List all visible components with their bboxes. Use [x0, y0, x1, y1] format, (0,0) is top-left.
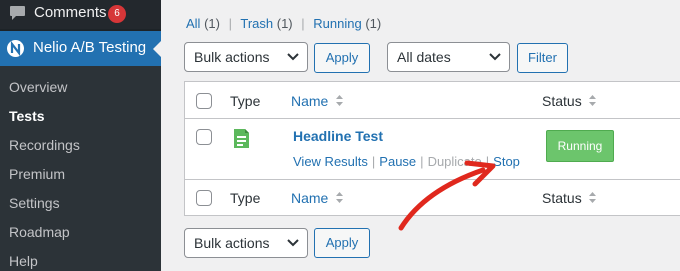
submenu-help[interactable]: Help [9, 253, 38, 269]
headline-test-icon [234, 129, 249, 148]
submenu-overview[interactable]: Overview [9, 79, 67, 95]
view-running-count: (1) [365, 16, 382, 31]
nelio-logo-icon [7, 40, 24, 57]
view-trash-count: (1) [276, 16, 293, 31]
bulk-actions-select-top[interactable]: Bulk actions [184, 42, 308, 72]
views-separator: | [228, 16, 232, 31]
column-status-footer[interactable]: Status [542, 190, 582, 206]
test-title-link[interactable]: Headline Test [293, 128, 383, 144]
sort-icon [336, 192, 343, 203]
chevron-down-icon [287, 239, 299, 247]
date-filter-value: All dates [397, 49, 451, 65]
comments-count-badge: 6 [108, 5, 126, 23]
sidebar-item-nelio[interactable]: Nelio A/B Testing [0, 31, 161, 66]
view-results-link[interactable]: View Results [293, 154, 368, 169]
column-name-header[interactable]: Name [291, 93, 328, 109]
submenu-roadmap[interactable]: Roadmap [9, 224, 70, 240]
view-running-link[interactable]: Running [313, 16, 361, 31]
sidebar-item-comments[interactable]: Comments 6 [0, 0, 161, 29]
sidebar-item-label: Nelio A/B Testing [33, 39, 147, 56]
view-trash-link[interactable]: Trash [240, 16, 273, 31]
admin-sidebar: Comments 6 Nelio A/B Testing Overview Te… [0, 0, 161, 271]
row-checkbox[interactable] [196, 129, 212, 145]
sort-icon [336, 95, 343, 106]
chevron-down-icon [287, 53, 299, 61]
row-action-separator: | [371, 154, 376, 169]
sort-icon [589, 192, 596, 203]
column-name-footer[interactable]: Name [291, 190, 328, 206]
apply-button-bottom[interactable]: Apply [314, 228, 370, 258]
select-all-checkbox-bottom[interactable] [196, 190, 212, 206]
date-filter-select[interactable]: All dates [387, 42, 510, 72]
select-all-checkbox-top[interactable] [196, 93, 212, 109]
sidebar-item-label: Comments [34, 4, 107, 21]
column-type-footer: Type [230, 190, 261, 206]
sidebar-submenu: Overview Tests Recordings Premium Settin… [0, 66, 161, 271]
status-views: All (1) | Trash (1) | Running (1) [186, 16, 381, 31]
apply-button-top[interactable]: Apply [314, 43, 370, 73]
filter-button[interactable]: Filter [517, 43, 568, 73]
bulk-actions-value: Bulk actions [194, 49, 270, 65]
submenu-tests[interactable]: Tests [9, 108, 45, 124]
view-all-link[interactable]: All [186, 16, 200, 31]
header-divider [185, 118, 680, 119]
submenu-premium[interactable]: Premium [9, 166, 65, 182]
sort-icon [589, 95, 596, 106]
column-type-header: Type [230, 93, 261, 109]
active-menu-pointer [153, 41, 161, 57]
bulk-actions-value: Bulk actions [194, 235, 270, 251]
status-badge: Running [546, 130, 614, 162]
views-separator: | [301, 16, 305, 31]
column-status-header[interactable]: Status [542, 93, 582, 109]
bulk-actions-select-bottom[interactable]: Bulk actions [184, 228, 308, 258]
submenu-recordings[interactable]: Recordings [9, 137, 80, 153]
annotation-arrow-icon [398, 160, 496, 231]
comment-icon [10, 6, 25, 20]
submenu-settings[interactable]: Settings [9, 195, 60, 211]
view-all-count: (1) [204, 16, 220, 31]
chevron-down-icon [489, 53, 501, 61]
